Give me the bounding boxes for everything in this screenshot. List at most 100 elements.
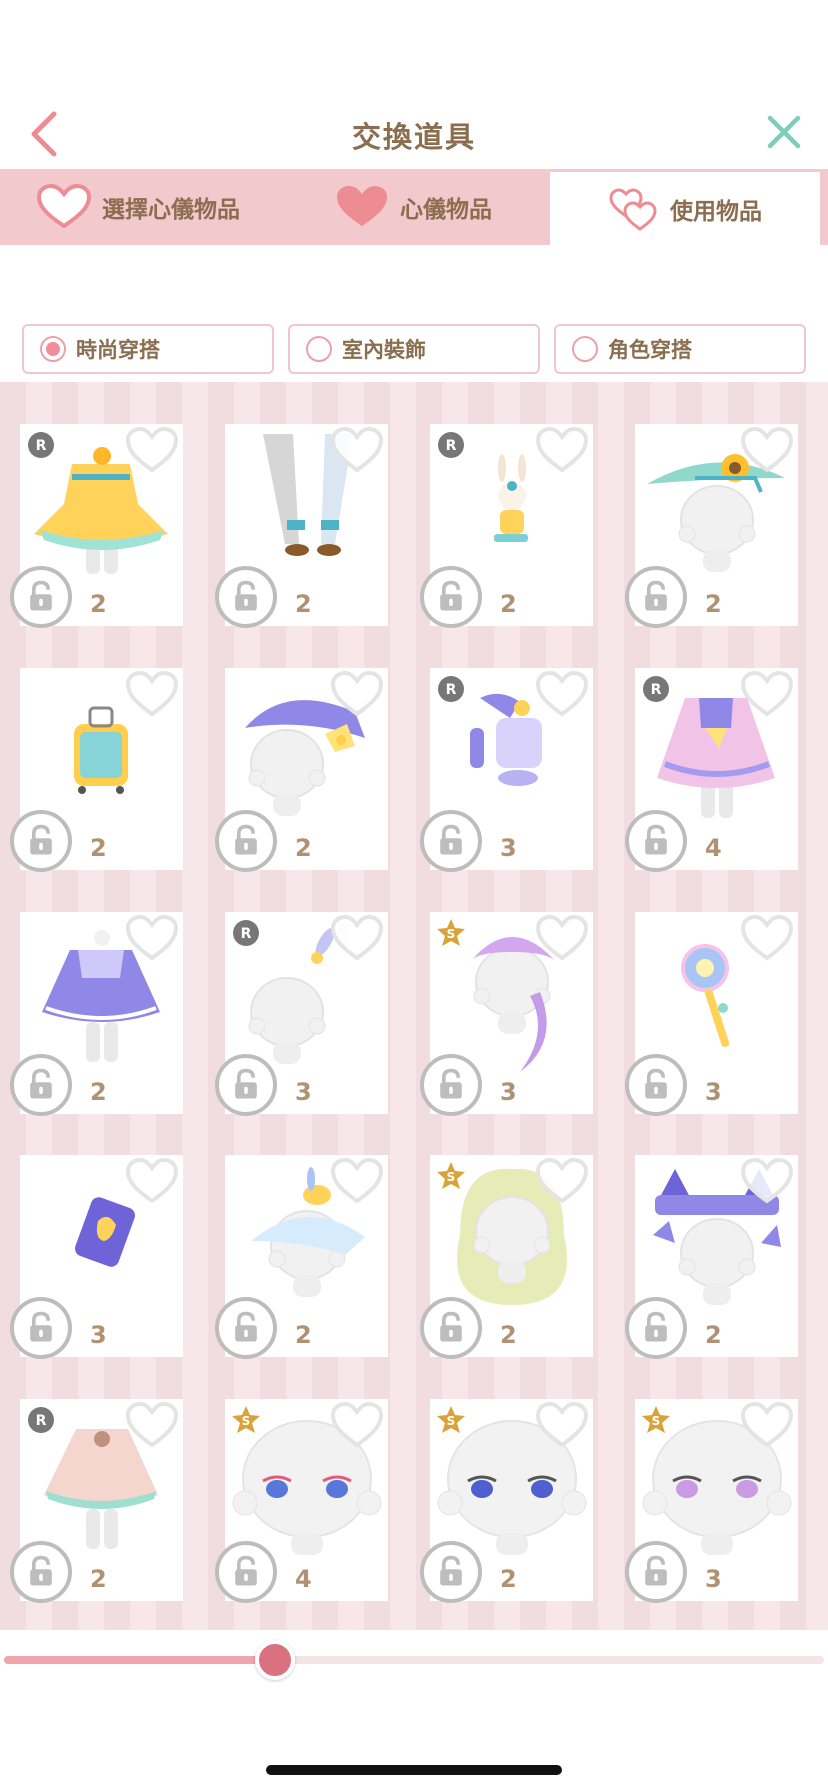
scroll-slider[interactable] [0, 1632, 828, 1682]
favorite-heart-icon[interactable] [740, 1401, 794, 1449]
item-quantity: 2 [90, 1078, 107, 1106]
item-card[interactable]: 2 [625, 1155, 798, 1359]
rank-s-badge: S [436, 1405, 466, 1435]
tab-label: 使用物品 [670, 198, 762, 225]
favorite-heart-icon[interactable] [535, 914, 589, 962]
lock-icon[interactable] [10, 810, 72, 872]
favorite-heart-icon[interactable] [330, 426, 384, 474]
item-quantity: 2 [500, 1565, 517, 1593]
item-card[interactable]: S3 [420, 912, 593, 1116]
favorite-heart-icon[interactable] [330, 670, 384, 718]
item-card[interactable]: R3 [420, 668, 593, 872]
lock-icon[interactable] [215, 1541, 277, 1603]
svg-text:R: R [651, 682, 662, 698]
item-card[interactable]: R3 [215, 912, 388, 1116]
radio-selected[interactable] [40, 336, 66, 362]
item-card[interactable]: 2 [10, 912, 183, 1116]
lock-icon[interactable] [625, 1297, 687, 1359]
item-quantity: 3 [705, 1565, 722, 1593]
filter-label: 時尚穿搭 [76, 338, 160, 362]
rank-s-badge: S [436, 918, 466, 948]
favorite-heart-icon[interactable] [535, 426, 589, 474]
item-card[interactable]: 2 [215, 1155, 388, 1359]
rank-r-badge: R [436, 430, 466, 460]
home-indicator[interactable] [266, 1765, 562, 1775]
item-card[interactable]: R4 [625, 668, 798, 872]
item-quantity: 2 [90, 834, 107, 862]
item-quantity: 2 [500, 1321, 517, 1349]
svg-text:S: S [447, 927, 456, 941]
svg-text:S: S [447, 1414, 456, 1428]
item-card[interactable]: 2 [215, 668, 388, 872]
lock-icon[interactable] [625, 810, 687, 872]
item-card[interactable]: S2 [420, 1155, 593, 1359]
favorite-heart-icon[interactable] [740, 914, 794, 962]
lock-icon[interactable] [420, 810, 482, 872]
item-card[interactable]: 2 [10, 668, 183, 872]
heart-outline-icon [36, 184, 92, 229]
lock-icon[interactable] [215, 810, 277, 872]
favorite-heart-icon[interactable] [330, 914, 384, 962]
item-quantity: 2 [295, 834, 312, 862]
filter-character[interactable]: 角色穿搭 [554, 324, 806, 374]
radio-unselected[interactable] [572, 336, 598, 362]
favorite-heart-icon[interactable] [125, 1157, 179, 1205]
lock-icon[interactable] [10, 1541, 72, 1603]
lock-icon[interactable] [625, 1541, 687, 1603]
item-grid: R22R2222R3R42R3S3332S22R2S4S2S3 [0, 382, 828, 1630]
lock-icon[interactable] [215, 1054, 277, 1116]
item-card[interactable]: S2 [420, 1399, 593, 1603]
filter-fashion[interactable]: 時尚穿搭 [22, 324, 274, 374]
close-button[interactable] [760, 108, 808, 156]
favorite-heart-icon[interactable] [535, 1401, 589, 1449]
item-card[interactable]: R2 [10, 424, 183, 628]
filter-interior[interactable]: 室內裝飾 [288, 324, 540, 374]
item-card[interactable]: R2 [10, 1399, 183, 1603]
lock-icon[interactable] [215, 1297, 277, 1359]
lock-icon[interactable] [420, 1297, 482, 1359]
lock-icon[interactable] [625, 1054, 687, 1116]
lock-icon[interactable] [10, 1054, 72, 1116]
lock-icon[interactable] [10, 1297, 72, 1359]
rank-r-badge: R [231, 918, 261, 948]
tab-bar: 選擇心儀物品 心儀物品 使用物品 [0, 169, 828, 245]
item-quantity: 4 [705, 834, 722, 862]
filter-label: 角色穿搭 [608, 338, 692, 362]
favorite-heart-icon[interactable] [125, 426, 179, 474]
slider-fill [4, 1656, 275, 1664]
item-card[interactable]: S3 [625, 1399, 798, 1603]
slider-thumb[interactable] [254, 1640, 295, 1680]
favorite-heart-icon[interactable] [125, 1401, 179, 1449]
tab-favorite[interactable]: 心儀物品 [276, 169, 550, 245]
item-quantity: 2 [705, 590, 722, 618]
favorite-heart-icon[interactable] [330, 1157, 384, 1205]
favorite-heart-icon[interactable] [125, 914, 179, 962]
item-card[interactable]: S4 [215, 1399, 388, 1603]
tab-use-items[interactable]: 使用物品 [550, 169, 824, 245]
page-title: 交換道具 [351, 120, 476, 154]
item-card[interactable]: 2 [625, 424, 798, 628]
lock-icon[interactable] [215, 566, 277, 628]
tab-select-favorite[interactable]: 選擇心儀物品 [0, 169, 276, 245]
item-card[interactable]: 3 [10, 1155, 183, 1359]
lock-icon[interactable] [10, 566, 72, 628]
favorite-heart-icon[interactable] [330, 1401, 384, 1449]
favorite-heart-icon[interactable] [535, 670, 589, 718]
lock-icon[interactable] [420, 1054, 482, 1116]
favorite-heart-icon[interactable] [740, 670, 794, 718]
favorite-heart-icon[interactable] [125, 670, 179, 718]
svg-text:R: R [241, 926, 252, 942]
radio-unselected[interactable] [306, 336, 332, 362]
item-card[interactable]: 3 [625, 912, 798, 1116]
favorite-heart-icon[interactable] [535, 1157, 589, 1205]
lock-icon[interactable] [420, 566, 482, 628]
item-card[interactable]: 2 [215, 424, 388, 628]
item-card[interactable]: R2 [420, 424, 593, 628]
item-quantity: 3 [90, 1321, 107, 1349]
item-quantity: 2 [500, 590, 517, 618]
favorite-heart-icon[interactable] [740, 1157, 794, 1205]
favorite-heart-icon[interactable] [740, 426, 794, 474]
lock-icon[interactable] [420, 1541, 482, 1603]
rank-r-badge: R [26, 1405, 56, 1435]
lock-icon[interactable] [625, 566, 687, 628]
